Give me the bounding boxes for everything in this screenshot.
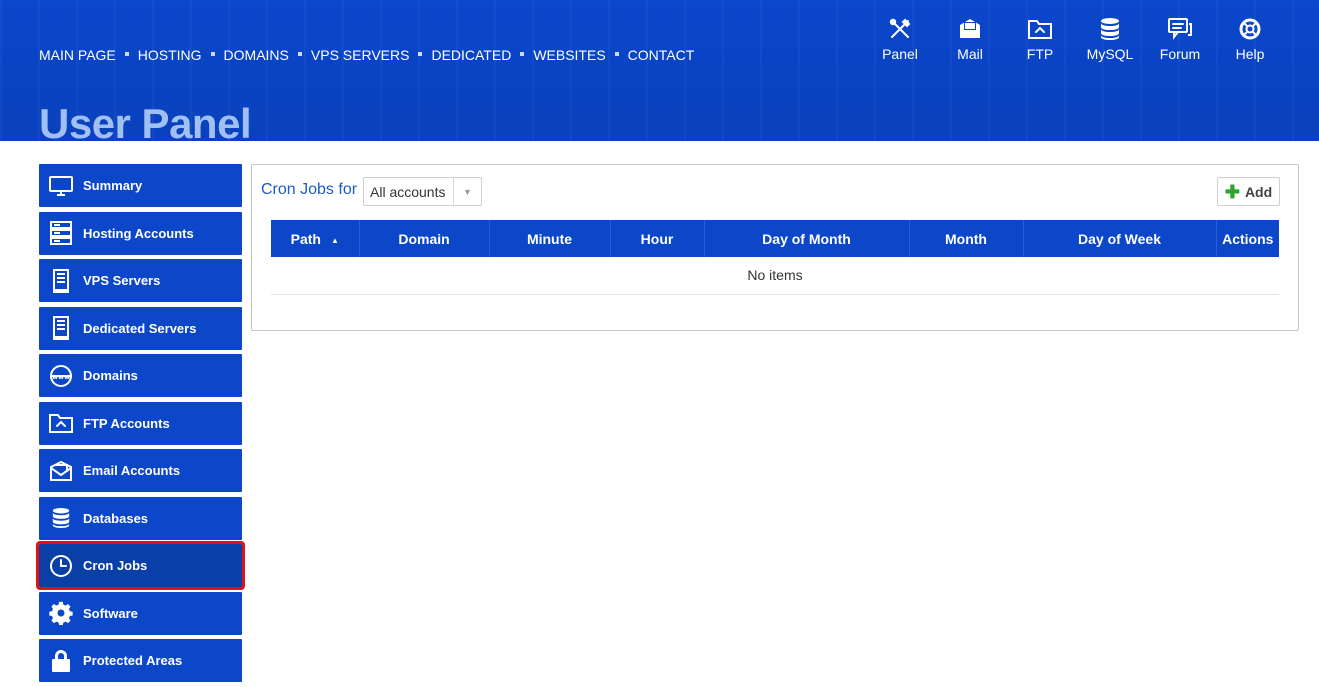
chevron-down-icon: ▼ bbox=[453, 178, 481, 205]
sidebar-item-label: FTP Accounts bbox=[83, 415, 170, 431]
nav-domains[interactable]: DOMAINS bbox=[224, 47, 289, 63]
add-button-label: Add bbox=[1244, 183, 1273, 200]
sidebar-item-cron-jobs[interactable]: Cron Jobs bbox=[36, 541, 245, 590]
sidebar-item-dedicated-servers[interactable]: Dedicated Servers bbox=[39, 306, 242, 350]
sidebar-item-label: Hosting Accounts bbox=[83, 225, 194, 241]
sidebar-item-label: Dedicated Servers bbox=[83, 320, 197, 336]
nav-separator bbox=[124, 52, 129, 56]
quick-link-mysql[interactable]: MySQL bbox=[1075, 16, 1145, 62]
sidebar-menu: Summary Hosting Accounts VPS Servers Ded… bbox=[36, 164, 245, 687]
lifebuoy-icon bbox=[1237, 16, 1263, 42]
account-select-value: All accounts bbox=[370, 183, 446, 200]
ftp-folder-icon bbox=[39, 412, 83, 434]
email-icon bbox=[39, 460, 83, 482]
plus-icon: ✚ bbox=[1224, 181, 1240, 202]
nav-websites[interactable]: WEBSITES bbox=[533, 47, 605, 63]
server-rack-icon bbox=[39, 221, 83, 245]
nav-separator bbox=[520, 52, 525, 56]
database-icon bbox=[1097, 16, 1123, 42]
column-header-actions: Actions bbox=[1216, 220, 1279, 257]
quick-link-mail[interactable]: Mail bbox=[935, 16, 1005, 62]
sidebar-item-label: Software bbox=[83, 605, 138, 621]
cron-jobs-table: Path ▲ Domain Minute Hour Day of Month Mo… bbox=[271, 220, 1279, 295]
column-label: Month bbox=[945, 230, 987, 247]
sidebar-item-label: Email Accounts bbox=[83, 463, 181, 478]
gear-icon bbox=[39, 601, 83, 625]
dedicated-server-icon bbox=[39, 316, 83, 340]
monitor-icon bbox=[39, 175, 83, 197]
vps-server-icon bbox=[39, 268, 83, 293]
column-header-day-of-week[interactable]: Day of Week bbox=[1023, 220, 1217, 257]
column-label: Hour bbox=[640, 230, 674, 247]
nav-separator bbox=[297, 52, 302, 56]
column-header-minute[interactable]: Minute bbox=[489, 220, 611, 257]
lock-icon bbox=[39, 649, 83, 673]
quick-link-label: Mail bbox=[957, 46, 983, 62]
column-label: Domain bbox=[398, 230, 450, 247]
clock-icon bbox=[39, 554, 83, 578]
column-label: Path bbox=[290, 230, 321, 247]
sidebar-item-label: Protected Areas bbox=[83, 653, 183, 668]
sidebar-item-label: Summary bbox=[83, 178, 143, 193]
column-header-day-of-month[interactable]: Day of Month bbox=[704, 220, 910, 257]
panel-title: Cron Jobs for bbox=[261, 181, 358, 198]
quick-link-help[interactable]: Help bbox=[1215, 16, 1285, 62]
sidebar-item-label: VPS Servers bbox=[83, 273, 161, 288]
nav-dedicated[interactable]: DEDICATED bbox=[431, 47, 511, 63]
sidebar-item-email-accounts[interactable]: Email Accounts bbox=[39, 449, 242, 492]
table-header-row: Path ▲ Domain Minute Hour Day of Month Mo… bbox=[271, 220, 1279, 257]
mail-icon bbox=[957, 16, 983, 42]
sidebar-item-vps-servers[interactable]: VPS Servers bbox=[39, 259, 242, 302]
forum-icon bbox=[1167, 16, 1193, 42]
column-header-domain[interactable]: Domain bbox=[359, 220, 490, 257]
column-label: Actions bbox=[1222, 230, 1274, 247]
quick-link-forum[interactable]: Forum bbox=[1145, 16, 1215, 62]
sidebar-item-databases[interactable]: Databases bbox=[39, 496, 242, 540]
quick-link-label: FTP bbox=[1026, 46, 1054, 62]
tools-icon bbox=[887, 16, 913, 42]
cron-jobs-panel: Cron Jobs for All accounts ▼ ✚ Add Path ▲… bbox=[251, 164, 1299, 331]
sidebar-item-summary[interactable]: Summary bbox=[39, 164, 242, 207]
nav-separator bbox=[418, 52, 423, 56]
sidebar-item-label: Cron Jobs bbox=[83, 558, 148, 573]
sidebar-item-ftp-accounts[interactable]: FTP Accounts bbox=[39, 401, 242, 445]
sidebar-item-domains[interactable]: www Domains bbox=[39, 354, 242, 397]
account-select[interactable]: All accounts ▼ bbox=[363, 177, 482, 206]
column-header-month[interactable]: Month bbox=[909, 220, 1024, 257]
svg-text:www: www bbox=[52, 373, 70, 381]
database-icon bbox=[39, 507, 83, 529]
empty-message: No items bbox=[271, 257, 1279, 295]
sidebar-item-hosting-accounts[interactable]: Hosting Accounts bbox=[39, 211, 242, 255]
column-header-hour[interactable]: Hour bbox=[610, 220, 705, 257]
quick-link-label: Forum bbox=[1159, 46, 1201, 62]
nav-contact[interactable]: CONTACT bbox=[628, 47, 695, 63]
table-row: No items bbox=[271, 257, 1279, 295]
sidebar-item-label: Domains bbox=[83, 368, 138, 383]
sort-ascending-icon: ▲ bbox=[330, 235, 339, 245]
www-globe-icon: www bbox=[39, 364, 83, 388]
add-button[interactable]: ✚ Add bbox=[1217, 177, 1280, 206]
quick-links: Panel Mail FTP MySQL Forum Help bbox=[865, 16, 1285, 62]
nav-vps-servers[interactable]: VPS SERVERS bbox=[311, 47, 410, 63]
column-label: Day of Week bbox=[1078, 230, 1161, 247]
header-banner: MAIN PAGE HOSTING DOMAINS VPS SERVERS DE… bbox=[0, 0, 1319, 141]
nav-main-page[interactable]: MAIN PAGE bbox=[39, 47, 116, 63]
quick-link-label: Panel bbox=[882, 46, 918, 62]
sidebar-item-label: Databases bbox=[83, 510, 149, 526]
sidebar-item-software[interactable]: Software bbox=[39, 591, 242, 635]
column-label: Minute bbox=[526, 230, 573, 247]
quick-link-label: MySQL bbox=[1086, 46, 1134, 62]
top-navigation: MAIN PAGE HOSTING DOMAINS VPS SERVERS DE… bbox=[39, 47, 694, 63]
nav-hosting[interactable]: HOSTING bbox=[138, 47, 202, 63]
nav-separator bbox=[614, 52, 619, 56]
page-title: User Panel bbox=[39, 100, 252, 142]
sidebar-item-protected-areas[interactable]: Protected Areas bbox=[39, 639, 242, 682]
column-label: Day of Month bbox=[762, 230, 851, 247]
ftp-folder-icon bbox=[1027, 16, 1053, 42]
quick-link-label: Help bbox=[1235, 46, 1265, 62]
quick-link-ftp[interactable]: FTP bbox=[1005, 16, 1075, 62]
nav-separator bbox=[210, 52, 215, 56]
quick-link-panel[interactable]: Panel bbox=[865, 16, 935, 62]
column-header-path[interactable]: Path ▲ bbox=[271, 220, 360, 257]
